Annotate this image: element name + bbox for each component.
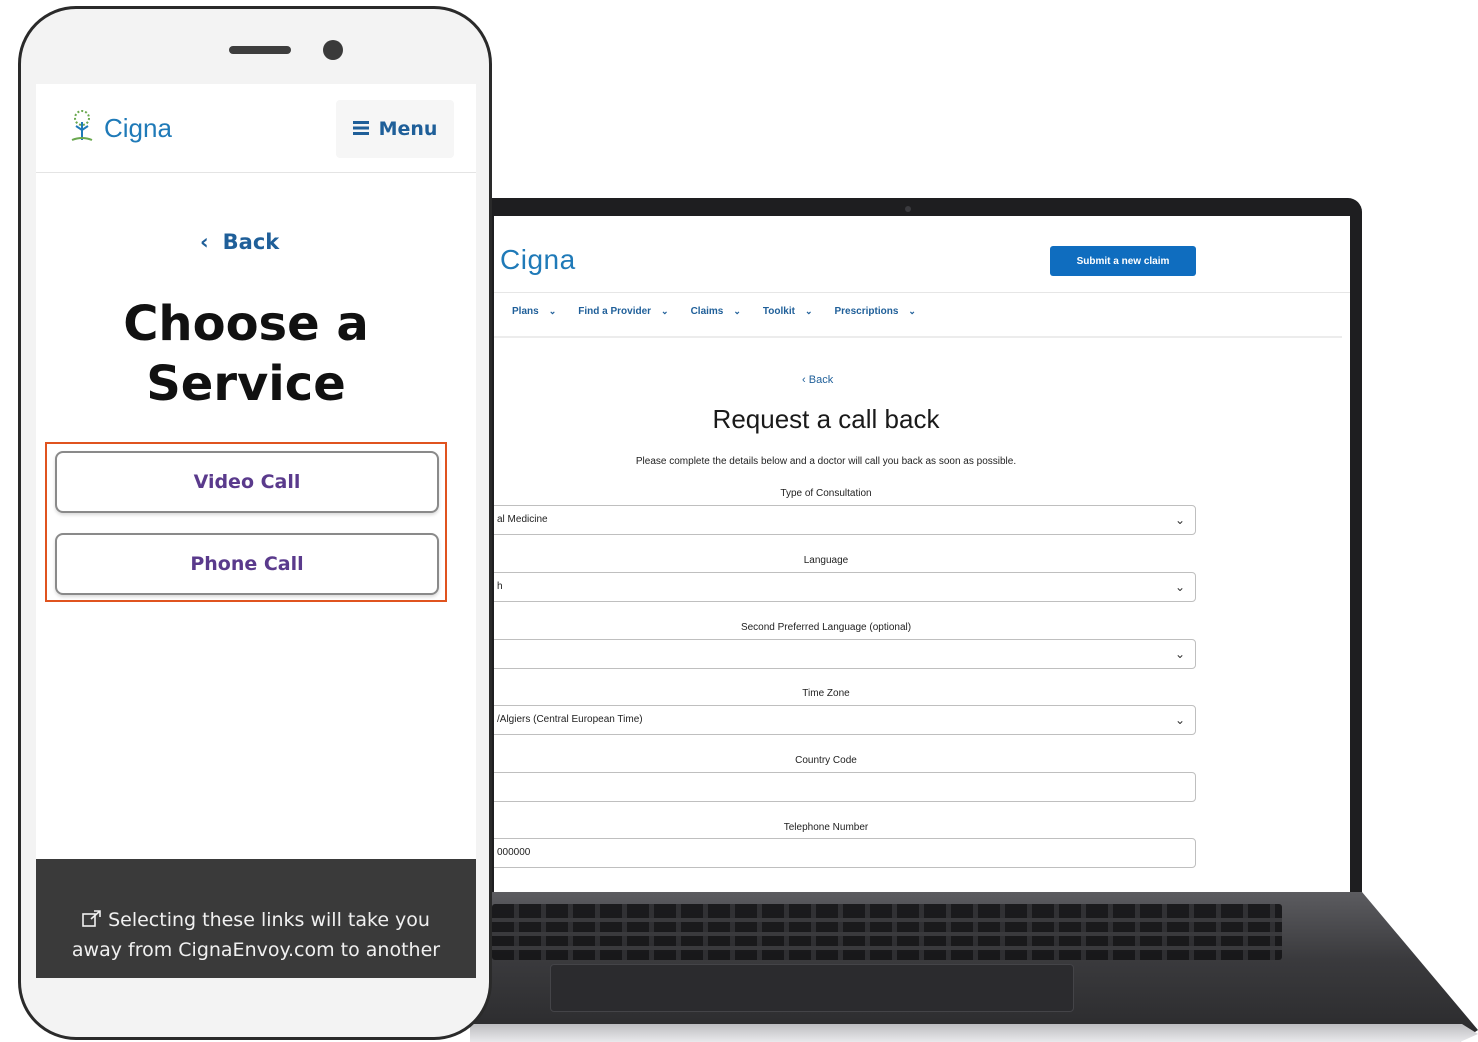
notice-line: away from CignaEnvoy.com to another (71, 939, 441, 961)
telephone-input[interactable]: 000000 (494, 838, 1196, 868)
second-language-select[interactable]: ⌄ (494, 639, 1196, 669)
notice-line: Selecting these links will take you (108, 909, 430, 931)
logo-text: Cigna (104, 112, 172, 143)
chevron-down-icon: ⌄ (908, 306, 916, 316)
field-label-consultation-type: Type of Consultation (780, 488, 872, 499)
select-value: /Algiers (Central European Time) (497, 714, 643, 725)
page-title: Choose a Service (36, 294, 456, 414)
header-divider (36, 172, 476, 173)
language-select[interactable]: h ⌄ (494, 572, 1196, 602)
nav-item-label: Prescriptions (834, 306, 899, 317)
chevron-down-icon: ⌄ (1174, 580, 1185, 594)
menu-label: Menu (378, 118, 438, 140)
chevron-left-icon: ‹ (802, 374, 809, 386)
page-description: Please complete the details below and a … (635, 456, 1017, 467)
nav-divider (494, 336, 1342, 338)
nav-item-claims[interactable]: Claims ⌄ (691, 306, 741, 317)
chevron-down-icon: ⌄ (1174, 713, 1185, 727)
desktop-screen: Cigna Submit a new claim Plans ⌄ Find a … (494, 216, 1350, 892)
field-label-telephone: Telephone Number (783, 822, 869, 833)
field-label-second-language: Second Preferred Language (optional) (740, 622, 912, 633)
page-title: Request a call back (712, 404, 940, 434)
header-divider (494, 292, 1350, 293)
chevron-down-icon: ⌄ (733, 306, 741, 316)
mobile-screen: Cigna Menu ‹ Back Choose a Service Video… (36, 84, 476, 978)
nav-item-label: Plans (512, 306, 539, 317)
desktop-logo[interactable]: Cigna (500, 244, 576, 276)
country-code-input[interactable] (494, 772, 1196, 802)
page-title-line: Choose a (123, 296, 369, 352)
chevron-down-icon: ⌄ (661, 306, 669, 316)
chevron-down-icon: ⌄ (548, 306, 557, 316)
chevron-down-icon: ⌄ (1174, 513, 1185, 527)
back-link[interactable]: ‹ Back (200, 230, 279, 254)
chevron-down-icon: ⌄ (804, 306, 813, 316)
cigna-tree-icon (64, 108, 100, 148)
hamburger-icon (352, 118, 369, 140)
select-value: al Medicine (497, 514, 548, 525)
nav-item-label: Find a Provider (578, 306, 652, 317)
field-label-country-code: Country Code (795, 755, 857, 766)
menu-button[interactable]: Menu (336, 100, 454, 158)
video-call-button[interactable]: Video Call (55, 451, 439, 513)
laptop-camera (905, 206, 911, 212)
mobile-logo[interactable]: Cigna (64, 108, 172, 148)
nav-item-plans[interactable]: Plans ⌄ (512, 306, 556, 317)
keyboard-row-gap (492, 932, 1282, 936)
laptop-touchpad (550, 964, 1074, 1012)
phone-call-button[interactable]: Phone Call (55, 533, 439, 595)
nav-item-prescriptions[interactable]: Prescriptions ⌄ (835, 306, 916, 317)
nav-item-label: Claims (690, 306, 724, 317)
submit-new-claim-button[interactable]: Submit a new claim (1050, 246, 1196, 276)
laptop-edge (470, 1024, 1478, 1042)
phone-camera (323, 40, 343, 60)
desktop-nav: Plans ⌄ Find a Provider ⌄ Claims ⌄ Toolk… (512, 306, 916, 317)
select-value: h (497, 581, 503, 592)
back-label: Back (808, 374, 834, 386)
back-label: Back (222, 230, 280, 254)
keyboard-row-gap (492, 946, 1282, 950)
field-label-language: Language (803, 555, 849, 566)
keyboard-row-gap (492, 918, 1282, 922)
chevron-left-icon: ‹ (200, 230, 209, 254)
nav-item-toolkit[interactable]: Toolkit ⌄ (763, 306, 813, 317)
input-value: 000000 (497, 847, 531, 858)
external-link-icon (82, 909, 108, 931)
chevron-down-icon: ⌄ (1174, 647, 1185, 661)
nav-item-find-a-provider[interactable]: Find a Provider ⌄ (578, 306, 668, 317)
back-link[interactable]: ‹ Back (802, 374, 833, 386)
nav-item-label: Toolkit (762, 306, 795, 317)
field-label-time-zone: Time Zone (802, 688, 850, 699)
time-zone-select[interactable]: /Algiers (Central European Time) ⌄ (494, 705, 1196, 735)
external-link-notice: Selecting these links will take you away… (36, 859, 476, 978)
page-title-line: Service (146, 356, 346, 412)
phone-speaker (229, 46, 291, 54)
consultation-type-select[interactable]: al Medicine ⌄ (494, 505, 1196, 535)
